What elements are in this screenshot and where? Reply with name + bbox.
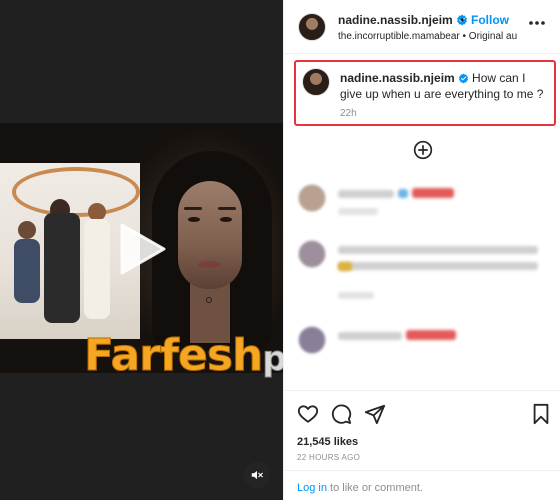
follow-button[interactable]: Follow [471,13,509,27]
bookmark-icon[interactable] [531,403,551,425]
mute-button[interactable] [244,462,270,488]
post-media: Farfeshplus.com [0,0,283,500]
avatar [298,184,326,212]
plus-circle-icon[interactable] [413,140,433,160]
login-footer: Log in to like or comment. [284,470,560,500]
caption-username[interactable]: nadine.nassib.njeim [340,71,455,85]
watermark-domain: plus.com [262,339,283,380]
separator-dot: • [460,13,465,27]
more-options-icon[interactable] [528,20,546,26]
likes-count[interactable]: 21,545 likes [297,436,358,448]
comment-item [294,184,556,224]
caption-timestamp[interactable]: 22h [340,108,357,119]
watermark-brand: Farfesh [83,330,263,382]
post-time-ago[interactable]: 22 HOURS AGO [297,453,360,462]
login-link[interactable]: Log in [297,482,327,494]
audio-subtitle[interactable]: the.incorruptible.mamabear • Original au [338,31,522,42]
avatar [298,326,326,354]
comment-icon[interactable] [330,403,352,425]
play-icon[interactable] [112,219,172,279]
footer-text: to like or comment. [326,482,423,494]
avatar [298,240,326,268]
verified-badge-icon [458,73,468,84]
paper-plane-icon[interactable] [364,403,386,425]
post-header: nadine.nassib.njeim • Follow the.incorru… [284,0,560,54]
watermark: Farfeshplus.com [83,330,283,382]
heart-icon[interactable] [297,403,319,425]
caption-highlight: nadine.nassib.njeim How can I give up wh… [294,60,556,126]
avatar[interactable] [298,13,326,41]
comment-item [294,240,556,310]
avatar[interactable] [302,68,330,96]
video-face [178,181,242,289]
action-bar [284,390,560,440]
caption: nadine.nassib.njeim How can I give up wh… [340,70,550,102]
username-link[interactable]: nadine.nassib.njeim [338,13,453,27]
comment-item [294,326,556,366]
speaker-muted-icon [251,470,263,480]
side-panel: nadine.nassib.njeim • Follow the.incorru… [283,0,560,500]
